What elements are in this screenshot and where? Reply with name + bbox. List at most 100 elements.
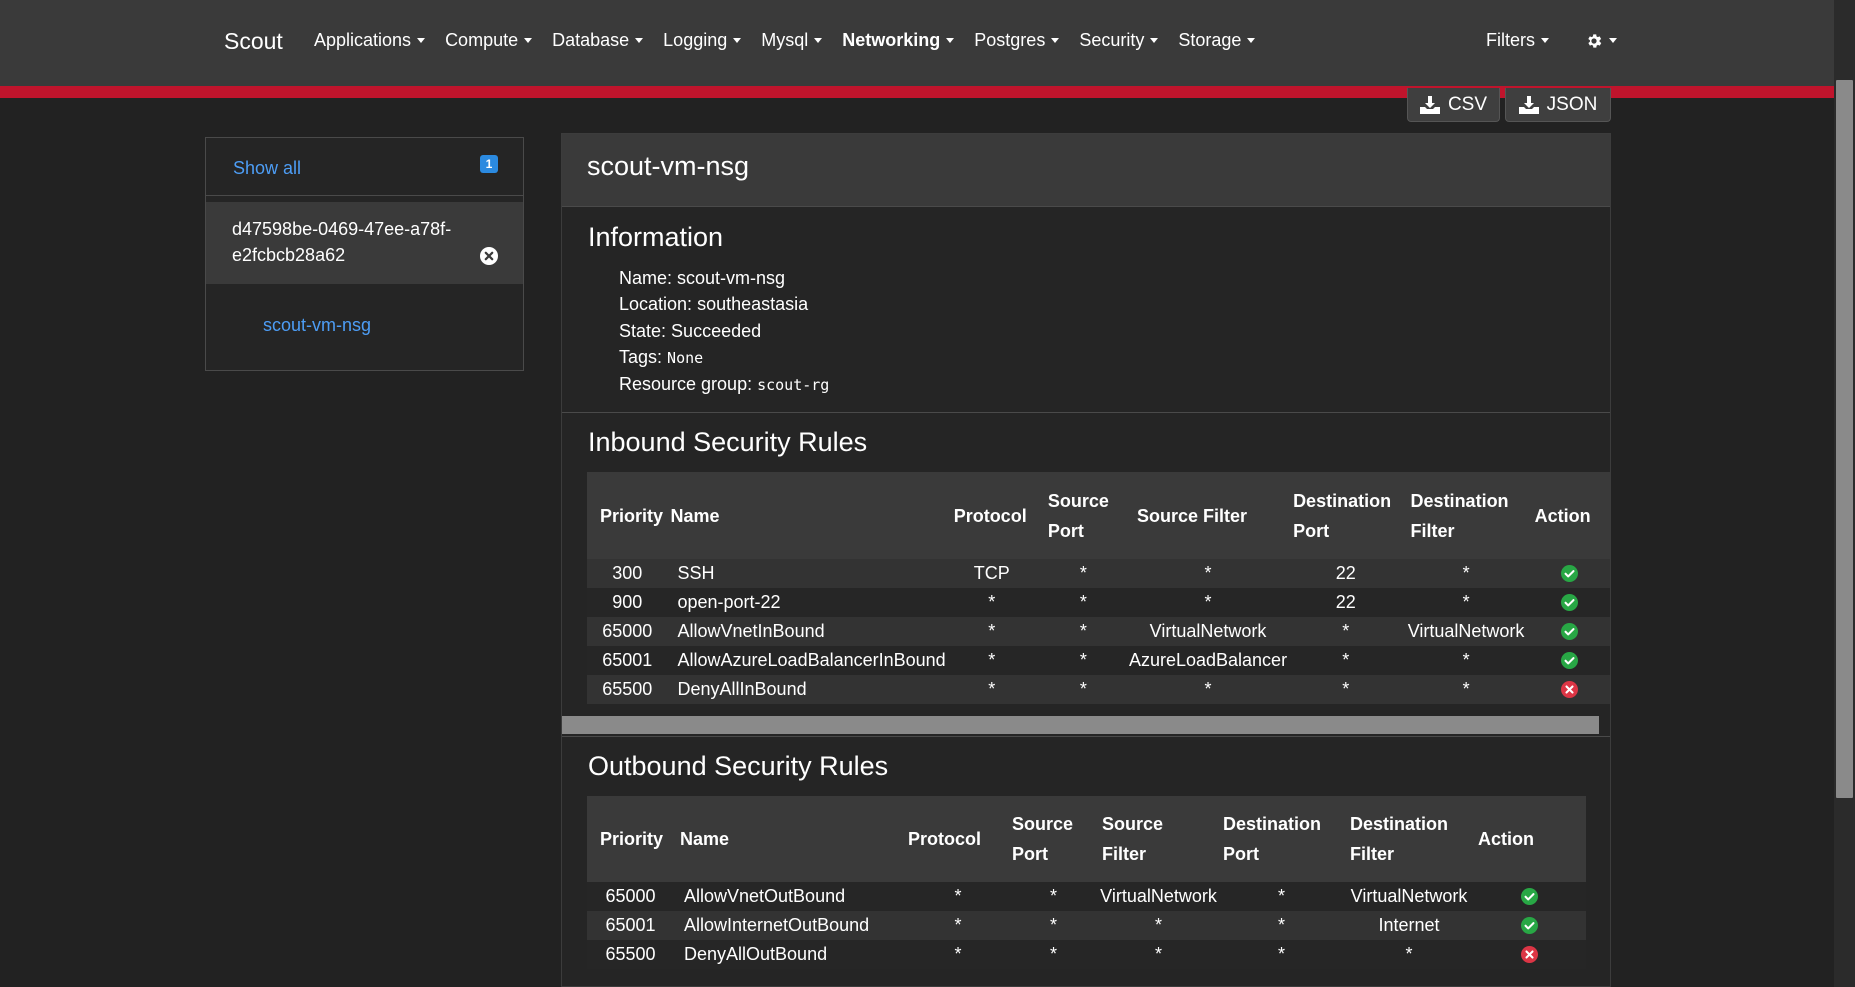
cell-priority: 65001 bbox=[605, 915, 656, 935]
col-priority: Priority bbox=[600, 505, 664, 526]
caret-down-icon bbox=[946, 38, 955, 43]
gear-icon bbox=[1588, 33, 1602, 48]
nav-database[interactable]: Database bbox=[552, 30, 644, 51]
check-circle-icon bbox=[1561, 565, 1579, 582]
filters-dropdown[interactable]: Filters bbox=[1486, 30, 1549, 51]
nav-storage[interactable]: Storage bbox=[1178, 30, 1256, 51]
cell-action bbox=[1473, 882, 1586, 911]
nav-applications[interactable]: Applications bbox=[314, 30, 426, 51]
col-source-filter: Source Filter bbox=[1136, 505, 1247, 526]
page-scrollbar-thumb[interactable] bbox=[1836, 80, 1853, 798]
information-list: Name: scout-vm-nsg Location: southeastas… bbox=[619, 265, 829, 398]
col-action: Action bbox=[1478, 829, 1534, 849]
brand-logo[interactable]: Scout bbox=[224, 28, 283, 55]
main-nav: Applications Compute Database Logging My… bbox=[314, 30, 1275, 51]
col-name: Name bbox=[680, 829, 730, 849]
cell-destination-port: * bbox=[1277, 944, 1285, 964]
cell-destination-filter: * bbox=[1462, 592, 1470, 612]
col-source-filter: Source Filter bbox=[1102, 814, 1164, 864]
table-row: 900 open-port-22 * * * 22 * bbox=[587, 588, 1610, 617]
cell-source-port: * bbox=[1079, 563, 1087, 583]
cell-priority: 300 bbox=[612, 563, 643, 583]
show-all-row: Show all 1 bbox=[206, 138, 523, 196]
caret-down-icon bbox=[1051, 38, 1060, 43]
panel-title: scout-vm-nsg bbox=[587, 151, 750, 181]
download-icon bbox=[1419, 95, 1440, 114]
cell-source-filter: * bbox=[1204, 563, 1212, 583]
cell-priority: 65000 bbox=[605, 886, 656, 906]
caret-down-icon bbox=[1609, 38, 1617, 43]
cell-name: SSH bbox=[677, 563, 715, 583]
outbound-rules-table: Priority Name Protocol Source Port Sourc… bbox=[587, 796, 1586, 969]
check-circle-icon bbox=[1561, 652, 1579, 669]
account-id: d47598be-0469-47ee-a78f-e2fcbcb28a62 bbox=[232, 219, 452, 265]
check-circle-icon bbox=[1561, 594, 1579, 611]
panel-header: scout-vm-nsg bbox=[562, 134, 1610, 207]
cell-name: AllowVnetInBound bbox=[677, 621, 825, 641]
cell-destination-port: 22 bbox=[1335, 563, 1356, 583]
caret-down-icon bbox=[1541, 38, 1549, 43]
cell-source-filter: * bbox=[1204, 679, 1212, 699]
cell-protocol: * bbox=[954, 886, 962, 906]
cell-name: open-port-22 bbox=[677, 592, 781, 612]
nav-mysql[interactable]: Mysql bbox=[761, 30, 823, 51]
navbar: Scout Applications Compute Database Logg… bbox=[0, 0, 1834, 88]
caret-down-icon bbox=[417, 38, 426, 43]
x-circle-icon bbox=[1561, 681, 1579, 698]
nav-security[interactable]: Security bbox=[1079, 30, 1159, 51]
nav-postgres[interactable]: Postgres bbox=[974, 30, 1060, 51]
cell-destination-filter: VirtualNetwork bbox=[1407, 621, 1525, 641]
cell-protocol: * bbox=[954, 944, 962, 964]
check-circle-icon bbox=[1521, 917, 1538, 934]
export-csv-button[interactable]: CSV bbox=[1407, 88, 1500, 122]
cell-action bbox=[1528, 559, 1610, 588]
cell-protocol: * bbox=[988, 679, 996, 699]
cell-name: AllowAzureLoadBalancerInBound bbox=[677, 650, 946, 670]
cell-source-filter: VirtualNetwork bbox=[1149, 621, 1267, 641]
settings-dropdown[interactable] bbox=[1585, 32, 1617, 50]
nav-networking[interactable]: Networking bbox=[842, 30, 955, 51]
caret-down-icon bbox=[733, 38, 742, 43]
table-row: 65001 AllowInternetOutBound * * * * Inte… bbox=[587, 911, 1586, 940]
cell-action bbox=[1473, 911, 1586, 940]
cell-destination-port: * bbox=[1277, 886, 1285, 906]
nav-right: Filters bbox=[1486, 30, 1617, 51]
horizontal-scrollbar[interactable] bbox=[562, 716, 1599, 734]
info-resource-group: Resource group: scout-rg bbox=[619, 374, 830, 395]
col-destination-filter: Destination Filter bbox=[1350, 814, 1449, 864]
col-destination-filter: Destination Filter bbox=[1410, 490, 1509, 541]
col-source-port: Source Port bbox=[1012, 814, 1074, 864]
information-heading: Information bbox=[588, 222, 724, 252]
resource-panel: scout-vm-nsg Information Name: scout-vm-… bbox=[561, 133, 1611, 987]
divider bbox=[562, 736, 1610, 737]
cell-destination-port: * bbox=[1277, 915, 1285, 935]
table-row: 65001 AllowAzureLoadBalancerInBound * * … bbox=[587, 646, 1610, 675]
x-circle-icon bbox=[1521, 946, 1538, 963]
cell-protocol: * bbox=[988, 650, 996, 670]
cell-destination-port: 22 bbox=[1335, 592, 1356, 612]
cell-action bbox=[1528, 617, 1610, 646]
account-item[interactable]: d47598be-0469-47ee-a78f-e2fcbcb28a62 bbox=[206, 202, 523, 284]
cell-priority: 65500 bbox=[605, 944, 656, 964]
cell-destination-port: * bbox=[1342, 679, 1350, 699]
table-row: 65500 DenyAllOutBound * * * * * bbox=[587, 940, 1586, 969]
col-source-port: Source Port bbox=[1047, 490, 1109, 541]
cell-action bbox=[1473, 940, 1586, 969]
outbound-heading: Outbound Security Rules bbox=[588, 751, 889, 781]
export-json-button[interactable]: JSON bbox=[1505, 88, 1611, 122]
caret-down-icon bbox=[814, 38, 823, 43]
cell-priority: 900 bbox=[612, 592, 643, 612]
table-row: 65000 AllowVnetInBound * * VirtualNetwor… bbox=[587, 617, 1610, 646]
show-all-link[interactable]: Show all bbox=[233, 158, 301, 179]
sidebar: Show all 1 d47598be-0469-47ee-a78f-e2fcb… bbox=[205, 137, 524, 371]
nav-compute[interactable]: Compute bbox=[445, 30, 533, 51]
nav-logging[interactable]: Logging bbox=[663, 30, 742, 51]
table-row: 300 SSH TCP * * 22 * bbox=[587, 559, 1610, 588]
cell-protocol: * bbox=[954, 915, 962, 935]
cell-priority: 65000 bbox=[602, 621, 653, 641]
close-circle-icon[interactable] bbox=[480, 247, 498, 265]
inbound-heading: Inbound Security Rules bbox=[588, 427, 868, 457]
cell-action bbox=[1528, 646, 1610, 675]
cell-name: DenyAllInBound bbox=[677, 679, 807, 699]
sidebar-item-scout-vm-nsg[interactable]: scout-vm-nsg bbox=[263, 315, 371, 336]
